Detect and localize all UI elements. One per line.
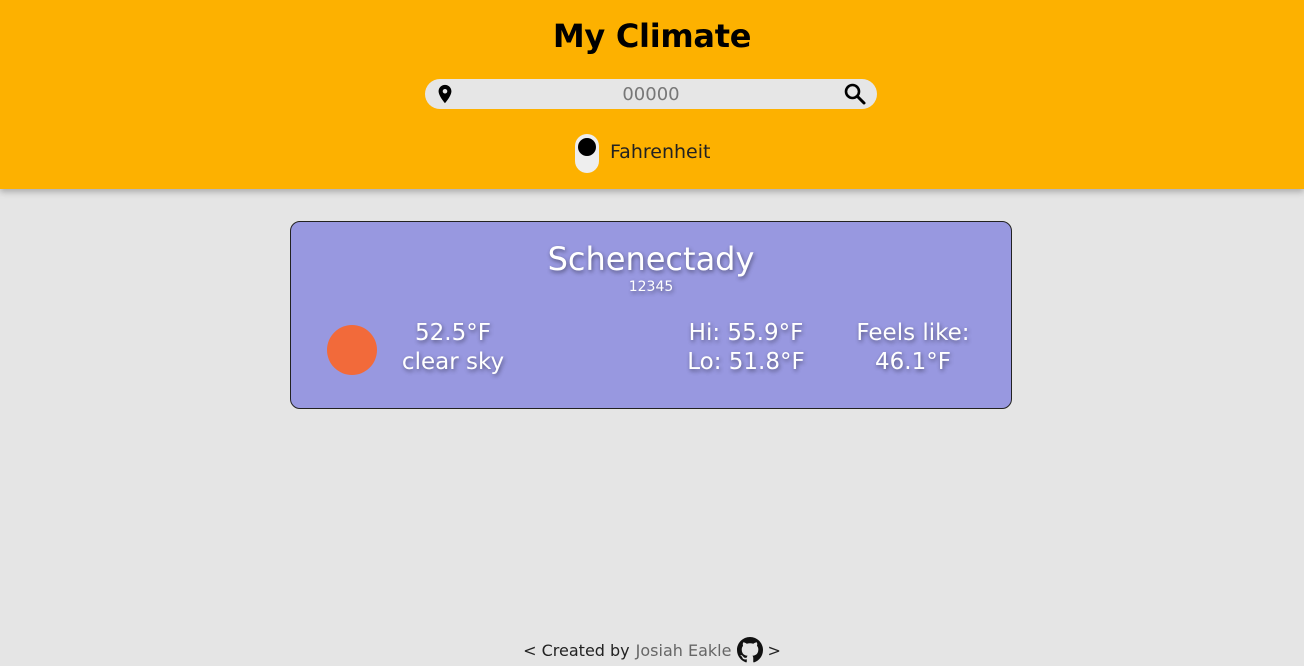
github-icon[interactable] bbox=[737, 637, 764, 663]
search-bar bbox=[425, 79, 877, 109]
author-link[interactable]: Josiah Eakle bbox=[636, 641, 732, 660]
app-title: My Climate bbox=[552, 17, 752, 55]
unit-toggle[interactable] bbox=[575, 134, 599, 173]
current-temp-block: 52.5°F clear sky bbox=[391, 319, 515, 377]
zip-code: 12345 bbox=[628, 279, 674, 295]
high-temp: Hi: 55.9°F bbox=[688, 320, 804, 346]
zip-search-input[interactable] bbox=[465, 81, 837, 107]
search-icon[interactable] bbox=[843, 82, 867, 106]
feels-like-value: 46.1°F bbox=[875, 349, 951, 375]
footer-prefix: < Created by bbox=[523, 640, 630, 660]
city-name: Schenectady bbox=[547, 240, 755, 278]
hi-lo-block: Hi: 55.9°F Lo: 51.8°F bbox=[671, 319, 821, 377]
low-temp: Lo: 51.8°F bbox=[687, 349, 805, 375]
unit-label: Fahrenheit bbox=[610, 141, 711, 163]
feels-like-label: Feels like: bbox=[856, 320, 970, 346]
toggle-knob bbox=[578, 138, 596, 156]
current-temp: 52.5°F bbox=[415, 320, 491, 346]
weather-description: clear sky bbox=[401, 349, 505, 375]
feels-like-block: Feels like: 46.1°F bbox=[843, 319, 983, 377]
weather-card: Schenectady 12345 52.5°F clear sky Hi: 5… bbox=[290, 221, 1012, 409]
location-pin-icon[interactable] bbox=[434, 82, 456, 106]
sun-icon bbox=[327, 325, 377, 375]
app-header: My Climate Fahrenheit bbox=[0, 0, 1304, 189]
footer-suffix: > bbox=[767, 640, 781, 660]
footer: < Created by Josiah Eakle > bbox=[0, 636, 1304, 664]
